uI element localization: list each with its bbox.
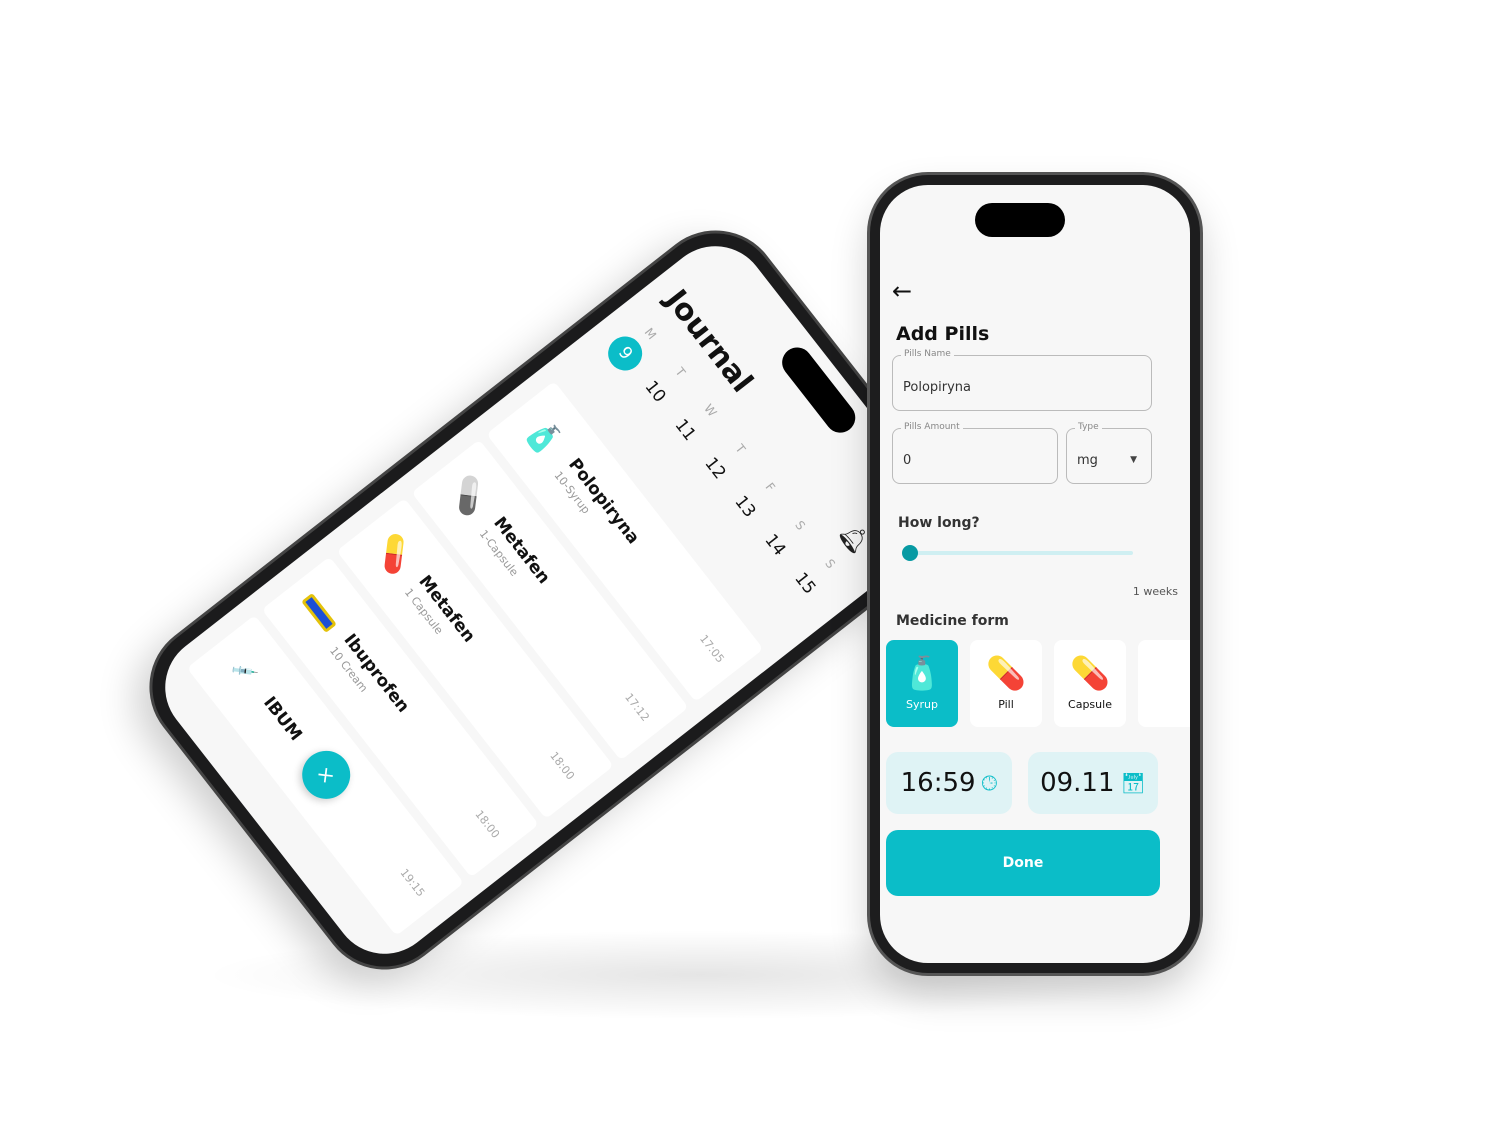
- item-time: 18:00: [547, 749, 578, 783]
- journal-screen: Journal 🔔︎ M9 T 10 W 11 T 12 F 13 S 14 S 15 🧴 P…: [144, 225, 956, 975]
- capsule-icon: 💊: [443, 470, 495, 522]
- item-time: 17:12: [622, 690, 652, 724]
- item-time: 19:15: [397, 866, 428, 900]
- calendar-icon: 📅︎: [1120, 771, 1146, 795]
- pill-bottles-icon: 💊: [986, 654, 1026, 692]
- field-value: 0: [903, 453, 912, 468]
- pills-amount-field[interactable]: Pills Amount 0: [892, 422, 1058, 484]
- bell-icon[interactable]: 🔔︎: [834, 518, 875, 559]
- medicine-form-options: 🧴 Syrup 💊 Pill 💊 Capsule: [886, 640, 1190, 727]
- form-option-pill[interactable]: 💊 Pill: [970, 640, 1042, 727]
- type-select[interactable]: Type mg ▼: [1066, 422, 1152, 484]
- form-option-more[interactable]: [1138, 640, 1190, 727]
- syrup-bottle-icon: 🧴: [518, 411, 569, 463]
- item-time: 18:00: [472, 807, 503, 841]
- medication-list: 🧴 Polopiryna 10-Syrup 17:05 💊 Metafen 1-Capsu…: [180, 381, 764, 941]
- add-pills-screen: ← Add Pills Pills Name Polopiryna Pills …: [880, 185, 1190, 963]
- field-value: mg: [1077, 453, 1098, 468]
- back-arrow-icon[interactable]: ←: [892, 277, 912, 305]
- form-option-capsule[interactable]: 💊 Capsule: [1054, 640, 1126, 727]
- how-long-label: How long?: [898, 515, 980, 531]
- form-option-syrup[interactable]: 🧴 Syrup: [886, 640, 958, 727]
- capsule-icon: 💊: [368, 528, 420, 580]
- clock-icon: 🕒︎: [981, 771, 998, 795]
- dynamic-island: [776, 341, 862, 439]
- add-pills-phone: ← Add Pills Pills Name Polopiryna Pills …: [870, 175, 1200, 973]
- field-label: Type: [1075, 422, 1102, 432]
- done-button[interactable]: Done: [886, 830, 1160, 896]
- date-value: 09.11: [1040, 768, 1115, 798]
- capsule-icon: 💊: [1070, 654, 1110, 692]
- page-title: Add Pills: [896, 323, 990, 345]
- cream-tube-icon: [285, 579, 352, 646]
- time-value: 16:59: [900, 768, 976, 798]
- form-label: Syrup: [906, 698, 938, 711]
- form-label: Capsule: [1068, 698, 1112, 711]
- dynamic-island: [975, 203, 1065, 237]
- slider-thumb[interactable]: [902, 545, 918, 561]
- form-label: Pill: [998, 698, 1014, 711]
- dropdown-caret-icon: ▼: [1130, 455, 1137, 465]
- pills-name-field[interactable]: Pills Name Polopiryna: [892, 349, 1152, 411]
- date-picker[interactable]: 09.11 📅︎: [1028, 752, 1158, 814]
- medicine-form-label: Medicine form: [896, 613, 1009, 629]
- item-name: IBUM: [259, 692, 307, 745]
- time-picker[interactable]: 16:59 🕒︎: [886, 752, 1012, 814]
- syringe-icon: 💉: [228, 656, 260, 687]
- field-label: Pills Amount: [901, 422, 963, 432]
- field-value: Polopiryna: [903, 380, 972, 395]
- item-time: 17:05: [697, 632, 727, 666]
- syrup-bottle-icon: 🧴: [902, 654, 942, 692]
- field-label: Pills Name: [901, 349, 954, 359]
- journal-phone: Journal 🔔︎ M9 T 10 W 11 T 12 F 13 S 14 S 15 🧴 P…: [127, 208, 973, 992]
- duration-value: 1 weeks: [1132, 585, 1178, 598]
- duration-slider[interactable]: [902, 545, 1133, 561]
